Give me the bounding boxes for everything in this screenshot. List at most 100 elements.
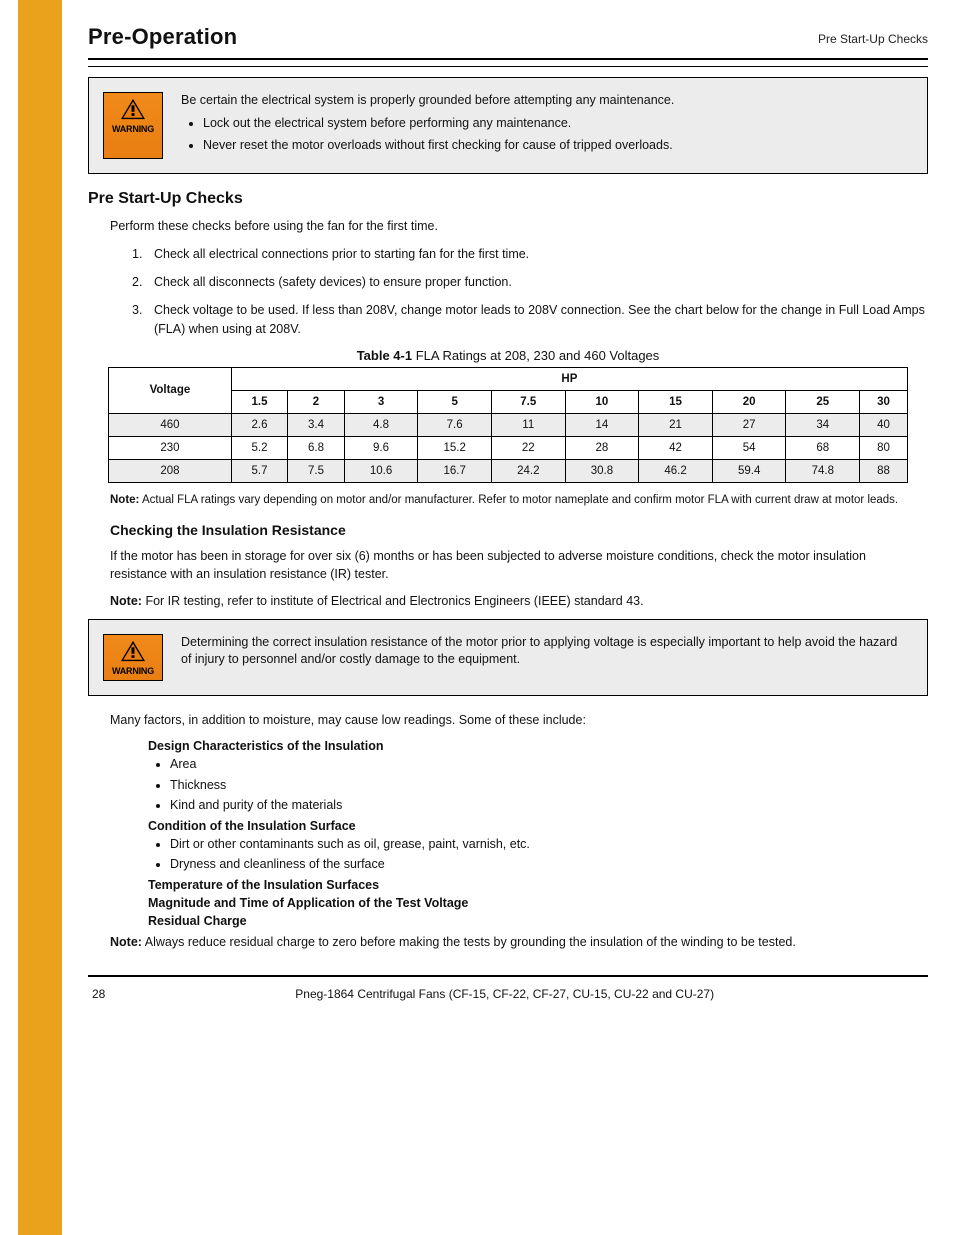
table-cell: 80 — [860, 436, 908, 459]
table-voltage-cell: 208 — [109, 459, 232, 482]
header-section: Pre Start-Up Checks — [818, 32, 928, 50]
factor-head: Temperature of the Insulation Surfaces — [148, 878, 908, 892]
header-rule — [88, 58, 928, 60]
table-hp-header: 2 — [288, 390, 344, 413]
prestart-note: Check all disconnects (safety devices) t… — [132, 273, 928, 291]
table-cell: 5.7 — [231, 459, 287, 482]
factor-item: Thickness — [170, 777, 908, 795]
factor-group-condition: Condition of the Insulation Surface Dirt… — [148, 819, 908, 874]
factor-head: Design Characteristics of the Insulation — [148, 739, 908, 753]
table-cell: 88 — [860, 459, 908, 482]
warning-label-text: WARNING — [112, 124, 154, 134]
table-note: Note: Actual FLA ratings vary depending … — [110, 493, 906, 509]
warning-list-item: Never reset the motor overloads without … — [203, 137, 674, 154]
table-cell: 30.8 — [565, 459, 639, 482]
warning-list: Lock out the electrical system before pe… — [203, 115, 674, 154]
warning-label: WARNING — [103, 92, 163, 159]
table-hp-header: 5 — [418, 390, 492, 413]
factor-group-design: Design Characteristics of the Insulation… — [148, 739, 908, 815]
table-hp-header: 1.5 — [231, 390, 287, 413]
warning-callout-ir: WARNING Determining the correct insulati… — [88, 619, 928, 696]
table-hp-header: 20 — [712, 390, 786, 413]
fla-table: VoltageHP1.5235 7.5 1015202530 4602.63.44.8… — [108, 367, 908, 483]
factor-head: Magnitude and Time of Application of the… — [148, 896, 908, 910]
prestart-notes-list: Check all electrical connections prior t… — [132, 245, 928, 338]
factor-item: Dirt or other contaminants such as oil, … — [170, 836, 908, 854]
warning-label: WARNING — [103, 634, 163, 681]
table-cell: 68 — [786, 436, 860, 459]
table-cell: 27 — [712, 413, 786, 436]
table-cell: 74.8 — [786, 459, 860, 482]
residual-note-text: Always reduce residual charge to zero be… — [145, 935, 796, 949]
table-col-group: HP — [231, 367, 907, 390]
table-cell: 59.4 — [712, 459, 786, 482]
table-cell: 42 — [639, 436, 713, 459]
table-cell: 46.2 — [639, 459, 713, 482]
table-cell: 7.5 — [288, 459, 344, 482]
table-caption: Table 4-1 FLA Ratings at 208, 230 and 46… — [88, 348, 928, 363]
table-hp-header: 3 — [344, 390, 418, 413]
warning-list-item: Lock out the electrical system before pe… — [203, 115, 674, 132]
warning-ir-text: Determining the correct insulation resis… — [181, 634, 911, 668]
residual-note-label: Note: — [110, 935, 142, 949]
section-heading: Pre Start-Up Checks — [88, 190, 928, 208]
page-number: 28 — [92, 987, 105, 1001]
table-row-header: Voltage — [109, 367, 232, 413]
factor-list: Area Thickness Kind and purity of the mate… — [170, 756, 908, 815]
factor-group-temperature: Temperature of the Insulation Surfaces — [148, 878, 908, 892]
prestart-note: Check all electrical connections prior t… — [132, 245, 928, 263]
table-cell: 2.6 — [231, 413, 287, 436]
table-caption-label: Table 4-1 — [357, 348, 412, 363]
header-rule-thin — [88, 66, 928, 67]
warning-triangle-icon — [118, 639, 148, 663]
warning-callout-electrical: WARNING Be certain the electrical system… — [88, 77, 928, 174]
table-hp-header: 10 — [565, 390, 639, 413]
page-header: Pre-Operation Pre Start-Up Checks — [88, 24, 928, 56]
table-note-text: Actual FLA ratings vary depending on mot… — [142, 494, 898, 506]
table-cell: 3.4 — [288, 413, 344, 436]
factor-group-residual: Residual Charge — [148, 914, 908, 928]
table-cell: 14 — [565, 413, 639, 436]
table-cell: 6.8 — [288, 436, 344, 459]
warning-triangle-icon — [118, 97, 148, 121]
page-footer: 28 Pneg-1864 Centrifugal Fans (CF-15, CF… — [88, 983, 928, 1001]
table-cell: 10.6 — [344, 459, 418, 482]
factor-head: Residual Charge — [148, 914, 908, 928]
table-cell: 54 — [712, 436, 786, 459]
table-note-label: Note: — [110, 494, 139, 506]
table-cell: 34 — [786, 413, 860, 436]
table-voltage-cell: 230 — [109, 436, 232, 459]
table-cell: 16.7 — [418, 459, 492, 482]
checking-note-label: Note: — [110, 594, 142, 608]
table-hp-header: 30 — [860, 390, 908, 413]
table-cell: 28 — [565, 436, 639, 459]
table-caption-text: FLA Ratings at 208, 230 and 460 Voltages — [416, 348, 660, 363]
table-cell: 24.2 — [491, 459, 565, 482]
table-cell: 40 — [860, 413, 908, 436]
table-cell: 4.8 — [344, 413, 418, 436]
warning-label-text: WARNING — [112, 666, 154, 676]
table-cell: 15.2 — [418, 436, 492, 459]
factor-item: Dryness and cleanliness of the surface — [170, 856, 908, 874]
table-hp-header: 15 — [639, 390, 713, 413]
table-voltage-cell: 460 — [109, 413, 232, 436]
factors-intro: Many factors, in addition to moisture, m… — [110, 712, 908, 730]
table-cell: 11 — [491, 413, 565, 436]
prestart-intro: Perform these checks before using the fa… — [110, 218, 908, 236]
warning-lead: Be certain the electrical system is prop… — [181, 92, 674, 109]
footer-doc-title: Pneg-1864 Centrifugal Fans (CF-15, CF-22… — [295, 987, 714, 1001]
footer-rule — [88, 975, 928, 977]
factor-item: Area — [170, 756, 908, 774]
checking-para: If the motor has been in storage for ove… — [110, 548, 908, 583]
factor-group-magnitude: Magnitude and Time of Application of the… — [148, 896, 908, 910]
table-hp-header: 25 — [786, 390, 860, 413]
table-cell: 5.2 — [231, 436, 287, 459]
checking-note-text: For IR testing, refer to institute of El… — [145, 594, 643, 608]
side-accent-bar — [18, 0, 62, 1235]
header-chapter: Pre-Operation — [88, 24, 237, 50]
table-cell: 7.6 — [418, 413, 492, 436]
subsection-heading: Checking the Insulation Resistance — [110, 522, 928, 538]
factor-item: Kind and purity of the materials — [170, 797, 908, 815]
table-cell: 9.6 — [344, 436, 418, 459]
factor-head: Condition of the Insulation Surface — [148, 819, 908, 833]
